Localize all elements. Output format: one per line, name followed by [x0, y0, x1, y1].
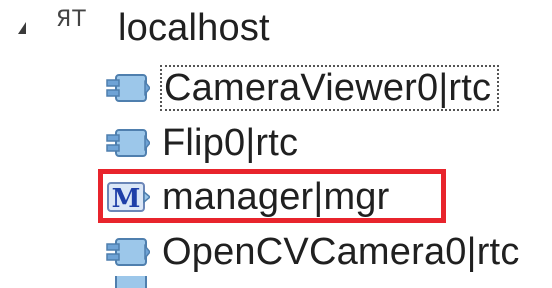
tree-node-label: manager|mgr [162, 176, 390, 218]
rtc-component-icon [106, 238, 150, 266]
tree-node-flip0[interactable]: Flip0|rtc [104, 115, 298, 171]
tree-node-label: OpenCVCamera0|rtc [162, 231, 520, 273]
tree-node-label: localhost [118, 7, 270, 49]
tree-node-partial [104, 276, 162, 288]
tree-node-manager[interactable]: M manager|mgr [104, 169, 390, 225]
manager-icon: M [107, 182, 150, 214]
rtc-component-icon [115, 276, 147, 288]
naming-server-icon: ЯТ [56, 7, 87, 32]
name-service-tree: ЯТ localhost CameraViewer0|rtc Flip0|rtc… [0, 0, 552, 288]
tree-node-opencvcamera0[interactable]: OpenCVCamera0|rtc [104, 224, 520, 280]
rtc-component-icon [106, 129, 150, 157]
tree-node-label: Flip0|rtc [162, 122, 299, 164]
rtc-component-icon [106, 74, 150, 102]
expand-collapse-icon[interactable] [18, 22, 26, 34]
svg-text:M: M [112, 184, 141, 214]
tree-node-cameraviewer0[interactable]: CameraViewer0|rtc [104, 60, 500, 116]
tree-node-localhost[interactable]: ЯТ localhost [0, 0, 552, 56]
tree-node-label: CameraViewer0|rtc [159, 65, 500, 111]
